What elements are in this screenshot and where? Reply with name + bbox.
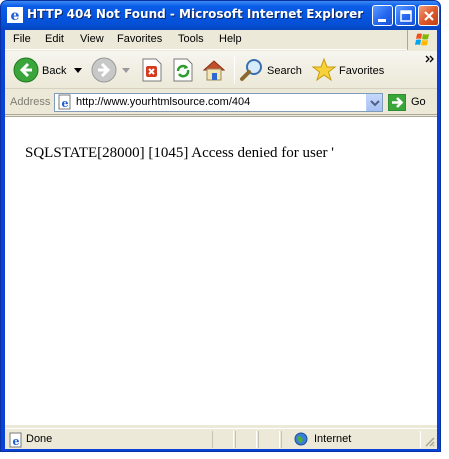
- status-text: Done: [26, 433, 53, 445]
- menu-favorites[interactable]: Favorites: [117, 33, 162, 45]
- address-url: http://www.yourhtmlsource.com/404: [76, 96, 251, 108]
- favorites-label: Favorites: [339, 65, 385, 77]
- forward-button[interactable]: [89, 54, 131, 86]
- menu-tools[interactable]: Tools: [178, 33, 204, 45]
- title-bar[interactable]: e HTTP 404 Not Found - Microsoft Interne…: [1, 1, 440, 30]
- windows-logo: [407, 30, 437, 50]
- menu-bar: File Edit View Favorites Tools Help: [5, 30, 437, 50]
- status-cell: [235, 431, 257, 448]
- stop-icon: [142, 58, 162, 82]
- chevron-down-icon: [370, 100, 380, 107]
- svg-text:e: e: [13, 435, 20, 448]
- maximize-button[interactable]: [395, 5, 416, 26]
- go-button[interactable]: [387, 93, 407, 112]
- error-message: SQLSTATE[28000] [1045] Access denied for…: [25, 145, 334, 161]
- page-ie-icon: e: [58, 94, 71, 110]
- address-input[interactable]: e http://www.yourhtmlsource.com/404: [54, 93, 383, 112]
- menu-file[interactable]: File: [13, 33, 31, 45]
- stop-button[interactable]: [140, 54, 164, 86]
- toolbar-separator: [234, 56, 235, 84]
- back-label: Back: [42, 65, 67, 77]
- status-cell: [212, 431, 234, 448]
- security-zone-panel: Internet: [281, 431, 421, 448]
- address-label: Address: [10, 96, 51, 108]
- refresh-icon: [173, 58, 193, 82]
- close-button[interactable]: [418, 5, 439, 26]
- search-icon: [240, 59, 262, 81]
- close-icon: [424, 11, 434, 21]
- page-content: SQLSTATE[28000] [1045] Access denied for…: [5, 116, 437, 425]
- back-button[interactable]: Back: [11, 54, 83, 86]
- maximize-icon: [400, 10, 412, 22]
- zone-text: Internet: [314, 433, 352, 445]
- minimize-icon: [378, 19, 386, 22]
- resize-grip-icon[interactable]: [423, 435, 435, 447]
- browser-client-area: File Edit View Favorites Tools Help Back…: [5, 30, 437, 449]
- status-cell: [258, 431, 280, 448]
- window-title: HTTP 404 Not Found - Microsoft Internet …: [27, 7, 364, 21]
- forward-arrow-icon: [91, 57, 117, 83]
- menu-edit[interactable]: Edit: [45, 33, 64, 45]
- status-bar: e Done Internet: [5, 428, 437, 449]
- favorites-button[interactable]: Favorites: [311, 54, 393, 86]
- windows-flag-icon: [415, 33, 429, 46]
- address-bar: Address e http://www.yourhtmlsource.com/…: [5, 90, 437, 115]
- page-done-icon: e: [9, 432, 22, 448]
- back-arrow-icon: [13, 57, 39, 83]
- browser-window: e HTTP 404 Not Found - Microsoft Interne…: [0, 0, 441, 452]
- internet-explorer-icon: e: [7, 7, 23, 23]
- globe-icon: [294, 432, 308, 446]
- address-dropdown-button[interactable]: [366, 94, 382, 111]
- menu-view[interactable]: View: [80, 33, 104, 45]
- home-icon: [202, 60, 226, 81]
- favorites-star-icon: [311, 57, 337, 82]
- toolbar-overflow-chevron-icon[interactable]: [425, 55, 435, 63]
- search-button[interactable]: Search: [239, 54, 305, 86]
- back-dropdown-icon: [74, 68, 82, 73]
- search-label: Search: [267, 65, 302, 77]
- svg-text:e: e: [62, 97, 69, 110]
- forward-dropdown-icon: [122, 68, 130, 73]
- go-arrow-icon: [387, 93, 407, 112]
- refresh-button[interactable]: [171, 54, 195, 86]
- home-button[interactable]: [201, 54, 227, 86]
- standard-toolbar: Back Search Favorites: [5, 51, 437, 89]
- minimize-button[interactable]: [372, 5, 393, 26]
- svg-text:e: e: [11, 8, 20, 23]
- menu-help[interactable]: Help: [219, 33, 242, 45]
- go-label[interactable]: Go: [411, 96, 426, 108]
